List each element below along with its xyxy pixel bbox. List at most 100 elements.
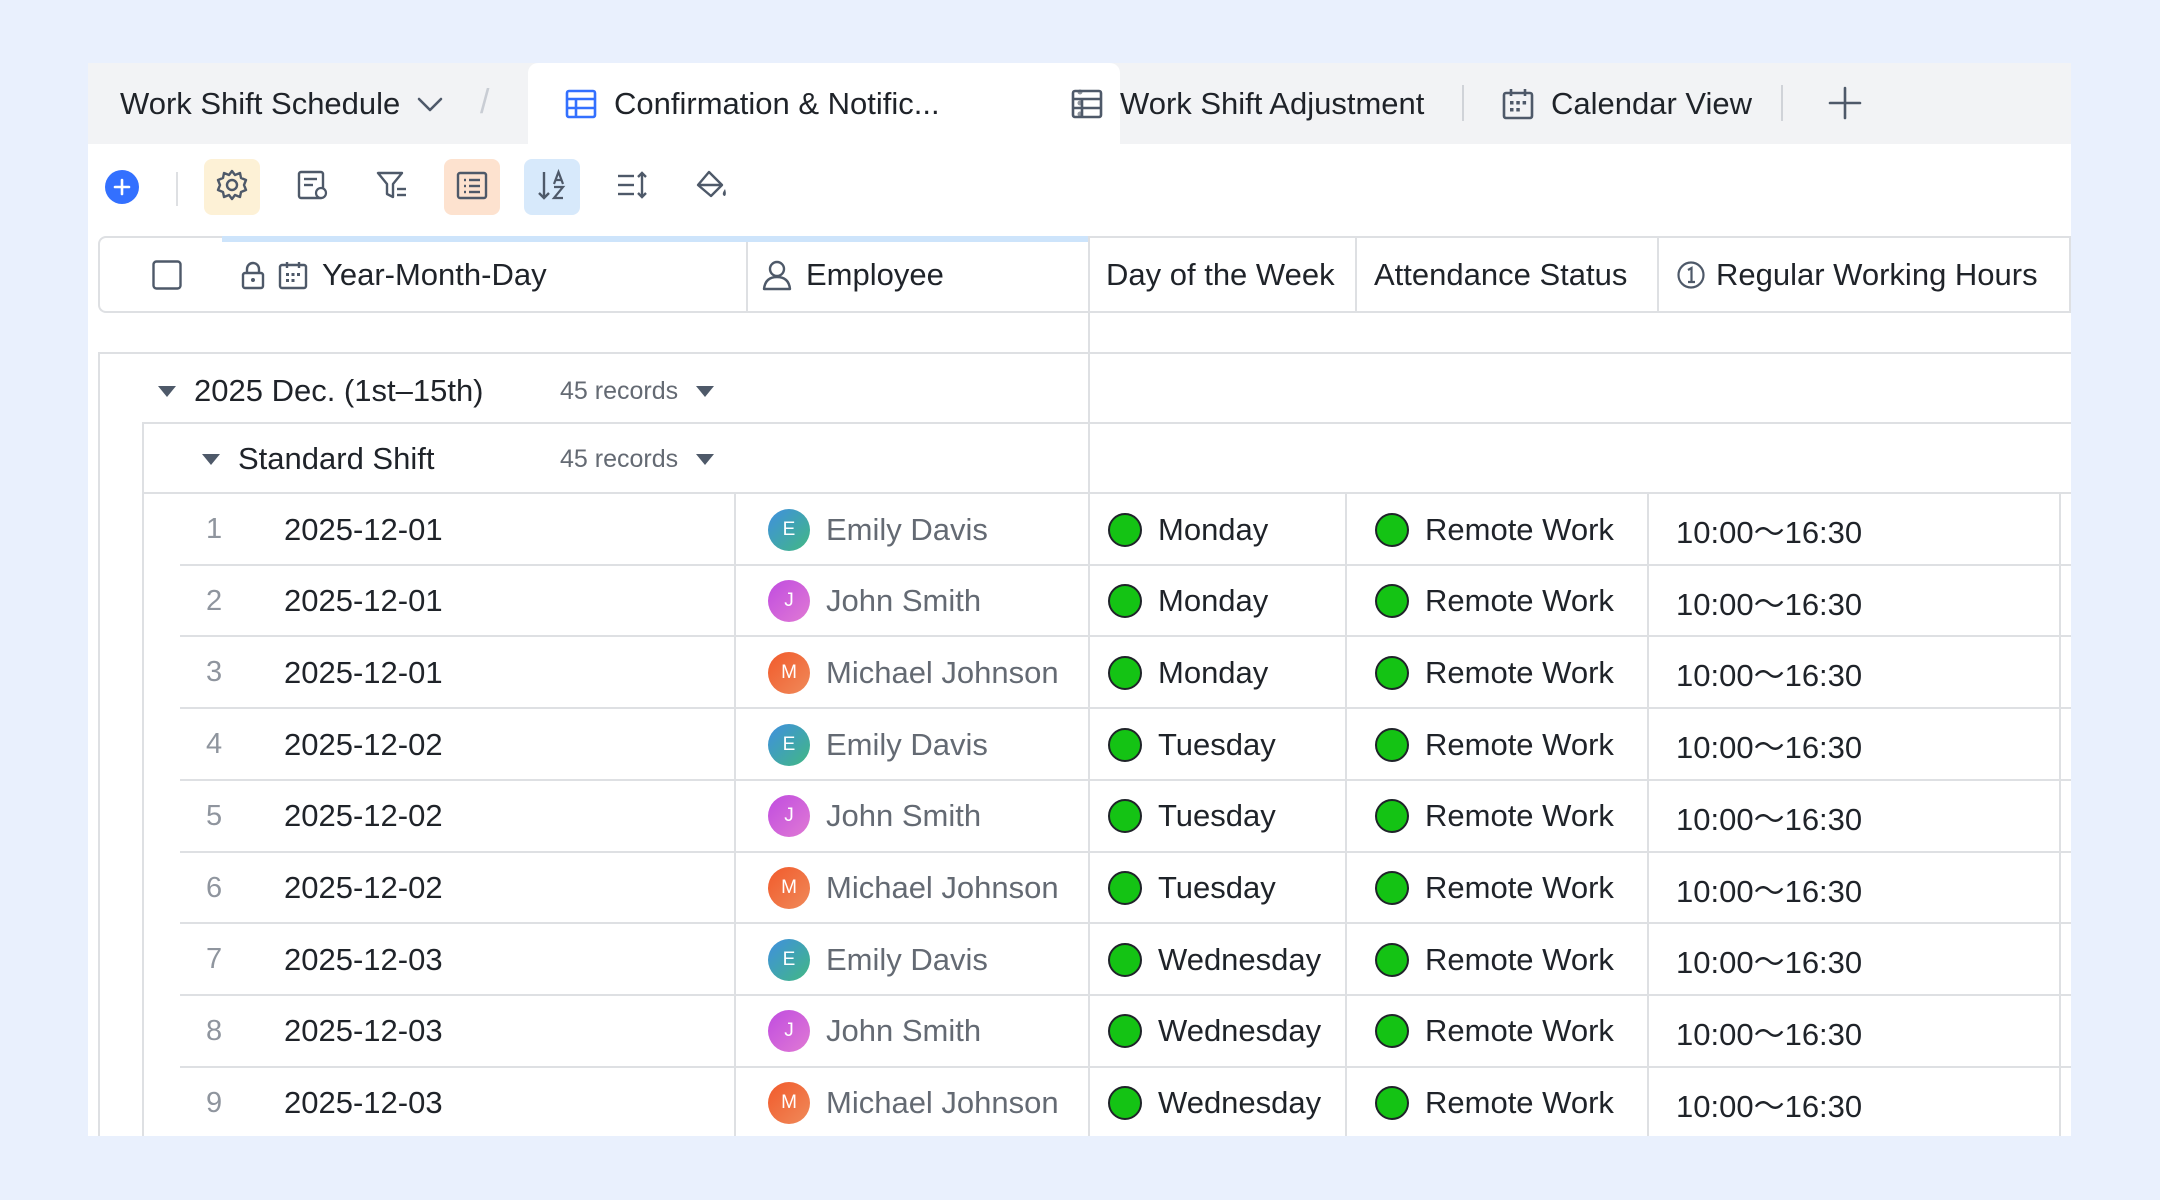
day-label: Wednesday <box>1158 1085 1322 1121</box>
status-label: Remote Work <box>1425 798 1614 834</box>
day-of-week-cell[interactable]: Tuesday <box>1108 781 1276 852</box>
employee-cell[interactable]: J John Smith <box>768 566 981 637</box>
attendance-status-cell[interactable]: Remote Work <box>1375 709 1614 780</box>
employee-cell[interactable]: J John Smith <box>768 781 981 852</box>
working-hours-cell[interactable]: 10:00～16:30 <box>1676 853 1862 924</box>
employee-cell[interactable]: M Michael Johnson <box>768 853 1059 924</box>
column-divider <box>2069 238 2071 311</box>
day-of-week-cell[interactable]: Wednesday <box>1108 996 1321 1067</box>
row-index: 5 <box>206 799 223 832</box>
employee-name: John Smith <box>826 1013 982 1049</box>
table-row[interactable]: 9 2025-12-03 M Michael Johnson Wednesday… <box>88 1068 2071 1136</box>
employee-name: Michael Johnson <box>826 870 1059 905</box>
tab-confirmation[interactable]: Confirmation & Notific... <box>528 63 1120 144</box>
employee-cell[interactable]: E Emily Davis <box>768 494 988 565</box>
day-of-week-cell[interactable]: Tuesday <box>1108 853 1276 924</box>
attendance-status-cell[interactable]: Remote Work <box>1375 996 1614 1067</box>
date-cell[interactable]: 2025-12-03 <box>284 996 443 1067</box>
group-header-inner[interactable]: Standard Shift <box>202 428 434 490</box>
working-hours-cell[interactable]: 10:00～16:30 <box>1676 494 1862 565</box>
column-header-employee[interactable]: Employee <box>762 238 944 311</box>
paint-bucket-icon <box>695 168 729 207</box>
day-of-week-cell[interactable]: Wednesday <box>1108 924 1321 995</box>
day-of-week-cell[interactable]: Tuesday <box>1108 709 1276 780</box>
date-cell[interactable]: 2025-12-02 <box>284 853 443 924</box>
tab-label: Confirmation & Notific... <box>614 85 940 121</box>
column-label: Employee <box>806 256 944 292</box>
date-cell[interactable]: 2025-12-03 <box>284 924 443 995</box>
day-label: Tuesday <box>1158 798 1276 834</box>
date-cell[interactable]: 2025-12-01 <box>284 494 443 565</box>
table-row[interactable]: 5 2025-12-02 J John Smith Tuesday Remote… <box>88 781 2071 852</box>
attendance-status-cell[interactable]: Remote Work <box>1375 853 1614 924</box>
attendance-status-cell[interactable]: Remote Work <box>1375 494 1614 565</box>
employee-cell[interactable]: M Michael Johnson <box>768 637 1059 708</box>
select-all-checkbox[interactable] <box>152 238 182 311</box>
working-hours-cell[interactable]: 10:00～16:30 <box>1676 566 1862 637</box>
status-dot-icon <box>1108 512 1142 547</box>
table-row[interactable]: 2 2025-12-01 J John Smith Monday Remote … <box>88 566 2071 637</box>
column-divider <box>734 494 736 1136</box>
table-row[interactable]: 1 2025-12-01 E Emily Davis Monday Remote… <box>88 494 2071 565</box>
day-of-week-cell[interactable]: Wednesday <box>1108 1068 1321 1136</box>
row-index: 9 <box>206 1086 223 1119</box>
filter-button[interactable] <box>364 159 420 215</box>
settings-button[interactable] <box>204 159 260 215</box>
status-label: Remote Work <box>1425 1085 1614 1121</box>
fill-color-button[interactable] <box>684 159 740 215</box>
calendar-icon <box>1501 87 1535 121</box>
table-row[interactable]: 4 2025-12-02 E Emily Davis Tuesday Remot… <box>88 709 2071 780</box>
employee-cell[interactable]: E Emily Davis <box>768 924 988 995</box>
working-hours-cell[interactable]: 10:00～16:30 <box>1676 996 1862 1067</box>
working-hours-cell[interactable]: 10:00～16:30 <box>1676 637 1862 708</box>
column-divider <box>1345 494 1347 1136</box>
add-view-icon[interactable] <box>1827 85 1863 121</box>
group-header-outer[interactable]: 2025 Dec. (1st–15th) <box>158 360 484 422</box>
collapse-triangle-icon <box>202 453 220 465</box>
date-cell[interactable]: 2025-12-02 <box>284 781 443 852</box>
working-hours-cell[interactable]: 10:00～16:30 <box>1676 781 1862 852</box>
working-hours-cell[interactable]: 10:00～16:30 <box>1676 924 1862 995</box>
attendance-status-cell[interactable]: Remote Work <box>1375 566 1614 637</box>
table-row[interactable]: 6 2025-12-02 M Michael Johnson Tuesday R… <box>88 853 2071 924</box>
employee-cell[interactable]: J John Smith <box>768 996 981 1067</box>
column-header-date[interactable]: Year-Month-Day <box>240 238 547 311</box>
group-button[interactable] <box>444 159 500 215</box>
working-hours-cell[interactable]: 10:00～16:30 <box>1676 709 1862 780</box>
column-header-attendance-status[interactable]: Attendance Status <box>1374 238 1627 311</box>
day-of-week-cell[interactable]: Monday <box>1108 494 1268 565</box>
day-label: Monday <box>1158 583 1269 619</box>
tab-work-shift-adjustment[interactable]: Work Shift Adjustment <box>1070 63 1424 144</box>
working-hours-cell[interactable]: 10:00～16:30 <box>1676 1068 1862 1136</box>
group-count-inner[interactable]: 45 records <box>560 428 715 490</box>
base-selector[interactable]: Work Shift Schedule <box>120 63 446 144</box>
sort-button[interactable] <box>524 159 580 215</box>
lock-icon <box>240 260 266 290</box>
row-index: 7 <box>206 943 223 976</box>
day-of-week-cell[interactable]: Monday <box>1108 566 1268 637</box>
attendance-status-cell[interactable]: Remote Work <box>1375 1068 1614 1136</box>
table-row[interactable]: 3 2025-12-01 M Michael Johnson Monday Re… <box>88 637 2071 708</box>
attendance-status-cell[interactable]: Remote Work <box>1375 924 1614 995</box>
date-cell[interactable]: 2025-12-02 <box>284 709 443 780</box>
tab-calendar-view[interactable]: Calendar View <box>1501 63 1752 144</box>
column-header-day-of-week[interactable]: Day of the Week <box>1106 238 1335 311</box>
employee-cell[interactable]: E Emily Davis <box>768 709 988 780</box>
date-cell[interactable]: 2025-12-01 <box>284 637 443 708</box>
day-of-week-cell[interactable]: Monday <box>1108 637 1268 708</box>
table-row[interactable]: 8 2025-12-03 J John Smith Wednesday Remo… <box>88 996 2071 1067</box>
add-record-button[interactable] <box>105 170 139 204</box>
attendance-status-cell[interactable]: Remote Work <box>1375 637 1614 708</box>
avatar: M <box>768 651 810 694</box>
field-config-button[interactable] <box>284 159 340 215</box>
employee-cell[interactable]: M Michael Johnson <box>768 1068 1059 1136</box>
collapse-triangle-icon <box>158 385 176 397</box>
date-cell[interactable]: 2025-12-01 <box>284 566 443 637</box>
field-settings-icon <box>295 168 329 207</box>
row-height-button[interactable] <box>604 159 660 215</box>
table-row[interactable]: 7 2025-12-03 E Emily Davis Wednesday Rem… <box>88 924 2071 995</box>
date-cell[interactable]: 2025-12-03 <box>284 1068 443 1136</box>
column-header-regular-working-hours[interactable]: Regular Working Hours <box>1676 238 2038 311</box>
group-count-outer[interactable]: 45 records <box>560 360 715 422</box>
attendance-status-cell[interactable]: Remote Work <box>1375 781 1614 852</box>
